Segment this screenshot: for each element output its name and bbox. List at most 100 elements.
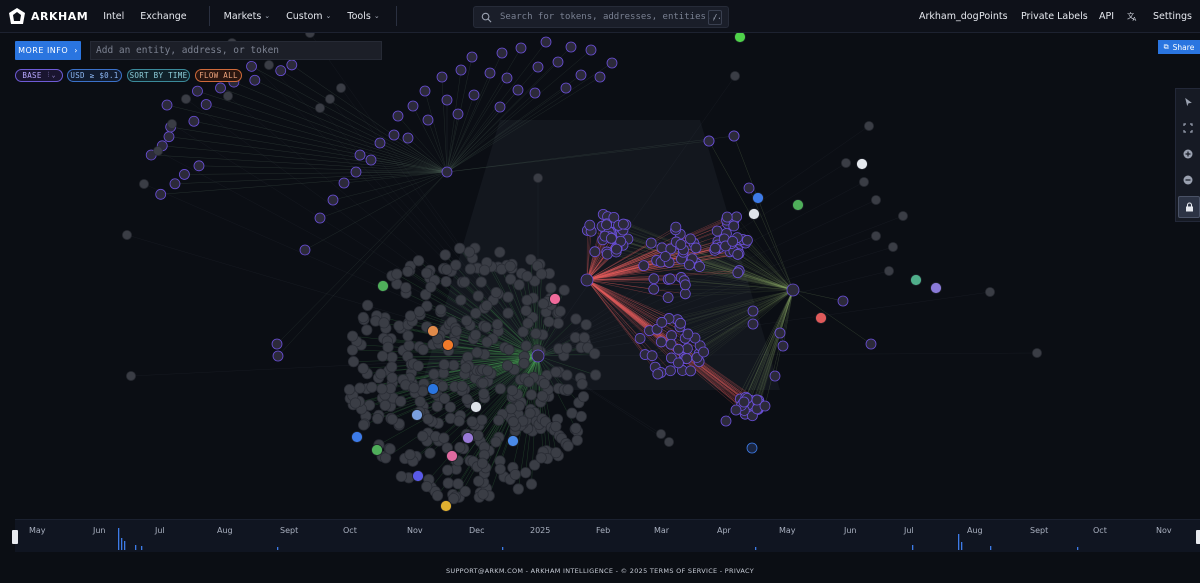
entity-node[interactable] <box>442 339 454 351</box>
entity-node[interactable] <box>395 470 407 483</box>
zoom-in-button[interactable] <box>1178 144 1198 164</box>
share-button[interactable]: ⧉ Share <box>1158 40 1200 54</box>
timeline-start-handle[interactable] <box>12 530 18 544</box>
entity-node[interactable] <box>589 348 601 360</box>
entity-node[interactable] <box>455 294 467 306</box>
lock-button[interactable] <box>1178 196 1200 218</box>
entity-node[interactable] <box>153 146 163 156</box>
entity-node[interactable] <box>354 382 366 394</box>
entity-node[interactable] <box>605 233 617 244</box>
entity-node[interactable] <box>354 149 366 161</box>
entity-node[interactable] <box>246 60 257 72</box>
nav-settings[interactable]: Settings <box>1153 0 1192 32</box>
entity-node[interactable] <box>478 388 490 400</box>
entity-node[interactable] <box>472 290 484 302</box>
entity-node[interactable] <box>346 330 359 342</box>
entity-node[interactable] <box>575 69 587 81</box>
entity-node[interactable] <box>728 130 740 142</box>
entity-node[interactable] <box>422 114 434 126</box>
entity-node[interactable] <box>421 480 433 493</box>
entity-node[interactable] <box>407 100 419 112</box>
entity-node[interactable] <box>575 410 587 423</box>
entity-node[interactable] <box>606 57 618 69</box>
entity-node[interactable] <box>655 336 667 348</box>
entity-node[interactable] <box>501 360 514 372</box>
entity-node[interactable] <box>472 430 484 442</box>
entity-node[interactable] <box>417 430 429 442</box>
entity-node[interactable] <box>440 275 452 288</box>
entity-node[interactable] <box>391 268 403 280</box>
entity-node[interactable] <box>525 389 537 401</box>
entity-node[interactable] <box>685 233 696 245</box>
entity-node[interactable] <box>448 359 460 371</box>
global-search[interactable]: Search for tokens, addresses, entities..… <box>473 6 729 28</box>
entity-node[interactable] <box>580 319 592 331</box>
entity-node[interactable] <box>193 160 205 172</box>
entity-node[interactable] <box>462 432 474 444</box>
entity-node[interactable] <box>450 325 463 337</box>
entity-node[interactable] <box>325 94 335 104</box>
entity-node[interactable] <box>139 179 149 189</box>
entity-node[interactable] <box>343 384 356 396</box>
entity-node[interactable] <box>552 56 564 68</box>
entity-node[interactable] <box>456 380 468 392</box>
entity-node[interactable] <box>496 47 508 59</box>
entity-node[interactable] <box>476 457 489 469</box>
entity-node[interactable] <box>638 260 650 272</box>
entity-node[interactable] <box>746 442 758 454</box>
entity-node[interactable] <box>578 332 590 344</box>
entity-node[interactable] <box>730 404 742 416</box>
entity-node[interactable] <box>421 267 433 279</box>
entity-node[interactable] <box>422 413 434 425</box>
entity-node[interactable] <box>386 372 398 384</box>
entity-node[interactable] <box>930 282 942 294</box>
entity-node[interactable] <box>656 316 668 328</box>
entity-node[interactable] <box>550 366 562 378</box>
entity-node[interactable] <box>155 188 167 200</box>
entity-node[interactable] <box>505 403 517 415</box>
entity-node[interactable] <box>859 177 869 187</box>
entity-node[interactable] <box>507 435 519 447</box>
entity-node[interactable] <box>985 287 995 297</box>
entity-node[interactable] <box>673 357 684 369</box>
entity-node[interactable] <box>404 449 416 461</box>
entity-node[interactable] <box>730 71 740 81</box>
entity-node[interactable] <box>417 344 429 356</box>
entity-node[interactable] <box>571 434 583 446</box>
entity-node[interactable] <box>351 431 363 443</box>
entity-node[interactable] <box>374 137 386 149</box>
entity-node[interactable] <box>349 397 362 409</box>
entity-node[interactable] <box>424 447 436 459</box>
entity-node[interactable] <box>585 44 597 56</box>
entity-node[interactable] <box>413 306 426 318</box>
entity-node[interactable] <box>215 82 226 94</box>
entity-node[interactable] <box>414 396 426 408</box>
entity-node[interactable] <box>759 400 771 412</box>
entity-node[interactable] <box>747 318 759 330</box>
entity-node[interactable] <box>362 299 374 311</box>
entity-node[interactable] <box>682 328 694 340</box>
entity-node[interactable] <box>535 268 548 280</box>
entity-node[interactable] <box>425 281 437 293</box>
entity-node[interactable] <box>841 158 851 168</box>
entity-node[interactable] <box>521 270 533 282</box>
entity-node[interactable] <box>491 318 504 330</box>
entity-node[interactable] <box>470 307 482 319</box>
entity-node[interactable] <box>161 99 173 111</box>
entity-node[interactable] <box>734 32 746 43</box>
entity-node[interactable] <box>747 305 759 317</box>
entity-node[interactable] <box>566 407 578 419</box>
entity-node[interactable] <box>888 242 898 252</box>
entity-node[interactable] <box>336 83 346 93</box>
entity-node[interactable] <box>518 357 530 369</box>
entity-node[interactable] <box>550 420 562 433</box>
entity-node[interactable] <box>504 260 516 272</box>
entity-node[interactable] <box>481 336 493 348</box>
entity-node[interactable] <box>711 225 723 237</box>
entity-node[interactable] <box>382 341 394 353</box>
entity-node[interactable] <box>594 71 606 83</box>
entity-node[interactable] <box>272 350 284 362</box>
entity-node[interactable] <box>475 276 487 288</box>
entity-node[interactable] <box>561 369 573 381</box>
entity-node[interactable] <box>589 246 601 258</box>
